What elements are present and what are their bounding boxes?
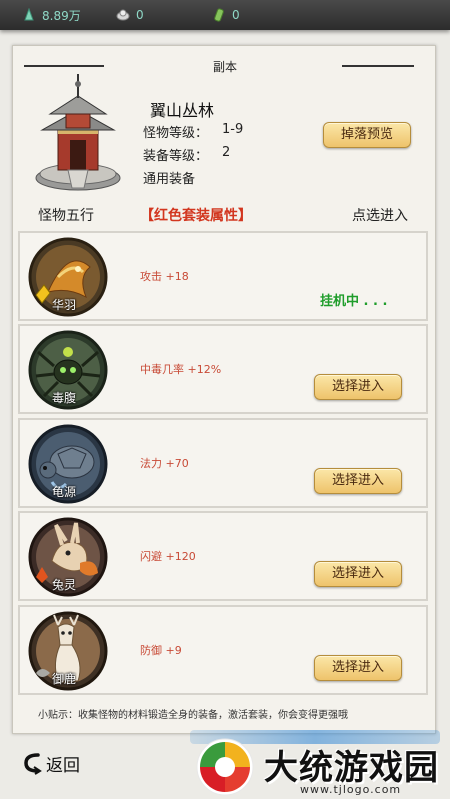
equip-level-row: 装备等级： 2 (143, 145, 230, 164)
set-attribute: 闪避 +120 (140, 550, 196, 563)
silver-ingot-icon (116, 9, 130, 21)
resource-jade: 8.89万 (22, 6, 81, 24)
monster-name: 御鹿 (52, 672, 77, 686)
monster-row-huayu[interactable]: 华羽 攻击 +18 挂机中 . . . (18, 231, 428, 321)
monster-elements-label: 怪物五行 (38, 208, 94, 224)
resource-gem: 0 (212, 6, 240, 24)
set-attribute: 攻击 +18 (140, 270, 189, 283)
silver-amount: 0 (136, 8, 144, 22)
drop-preview-button[interactable]: 掉落预览 (323, 122, 411, 148)
set-attribute: 法力 +70 (140, 457, 189, 470)
back-label: 返回 (46, 755, 80, 776)
jade-icon (24, 8, 34, 21)
dungeon-name: 翼山丛林 (150, 101, 215, 120)
monster-level-label: 怪物等级： (143, 126, 209, 141)
jade-amount: 8.89万 (42, 8, 81, 23)
watermark-logo (196, 738, 254, 796)
set-attribute: 防御 +9 (140, 644, 182, 657)
equip-type: 通用装备 (143, 172, 196, 187)
equip-level-label: 装备等级： (143, 149, 209, 164)
back-button[interactable]: 返回 (22, 749, 80, 777)
resource-silver: 0 (116, 6, 144, 24)
select-enter-button[interactable]: 选择进入 (314, 374, 402, 400)
tip-text: 小贴示：收集怪物的材料锻造全身的装备，激活套装，你会变得更强哦 (38, 710, 348, 721)
green-gem-icon (214, 8, 224, 22)
monster-level-row: 怪物等级： 1-9 (143, 122, 243, 141)
monster-row-dufu[interactable]: 毒腹 中毒几率 +12% 选择进入 (18, 324, 428, 414)
select-enter-label: 点选进入 (352, 208, 408, 224)
pagoda-illustration (35, 74, 121, 191)
monster-name: 毒腹 (52, 391, 77, 405)
resource-bar: 8.89万 0 0 (0, 0, 450, 30)
back-arrow-icon (24, 753, 42, 775)
select-enter-button[interactable]: 选择进入 (314, 468, 402, 494)
monster-row-yulu[interactable]: 御鹿 防御 +9 选择进入 (18, 605, 428, 695)
monster-name: 华羽 (52, 298, 77, 312)
monster-row-tuling[interactable]: 兔灵 闪避 +120 选择进入 (18, 511, 428, 601)
idle-status: 挂机中 . . . (320, 294, 388, 309)
equip-level-value: 2 (222, 145, 231, 160)
monster-name: 兔灵 (52, 578, 77, 592)
red-set-attributes-label: 【红色套装属性】 (140, 208, 252, 224)
set-attribute: 中毒几率 +12% (140, 363, 222, 376)
monster-name: 龟源 (52, 485, 77, 499)
select-enter-button[interactable]: 选择进入 (314, 655, 402, 681)
gem-amount: 0 (232, 8, 240, 22)
watermark-brand: 大统游戏园 (264, 748, 439, 788)
select-enter-button[interactable]: 选择进入 (314, 561, 402, 587)
watermark-url: www.tjlogo.com (300, 783, 402, 796)
monster-row-guiyuan[interactable]: 龟源 法力 +70 选择进入 (18, 418, 428, 508)
monster-level-value: 1-9 (222, 122, 244, 137)
